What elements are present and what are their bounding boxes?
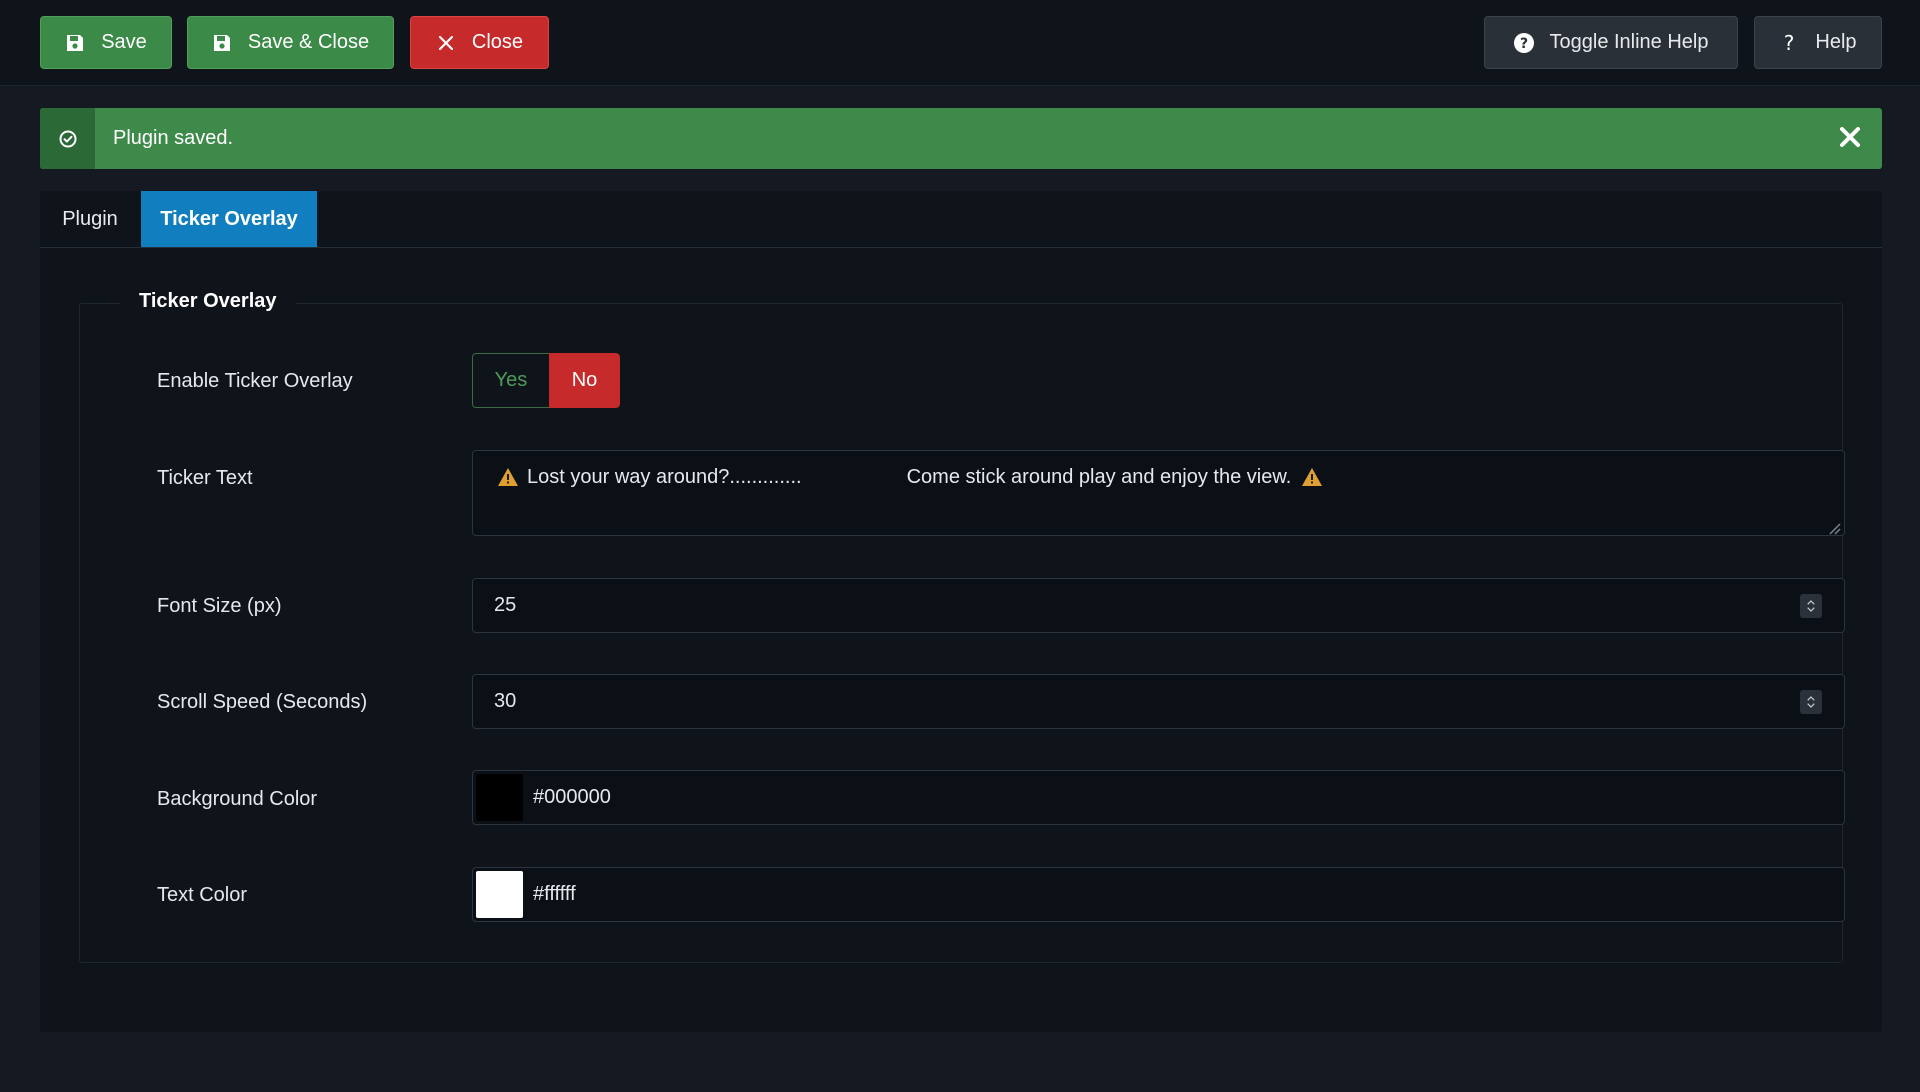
toggle-yes-option[interactable]: Yes (472, 353, 549, 408)
background-color-label: Background Color (157, 788, 318, 810)
resize-grip-icon[interactable] (1827, 518, 1841, 535)
toggle-no-option[interactable]: No (549, 353, 620, 408)
enable-ticker-toggle: Yes No (472, 353, 620, 408)
font-size-input[interactable]: 25 (472, 578, 1845, 633)
warning-triangle-icon (1301, 466, 1323, 488)
scroll-speed-value: 30 (494, 690, 517, 712)
toolbar: Save Save & Close Close ? Toggle Inline … (0, 0, 1920, 86)
success-alert: Plugin saved. (40, 108, 1882, 169)
tab-ticker-overlay[interactable]: Ticker Overlay (141, 191, 317, 247)
background-color-swatch[interactable] (476, 774, 523, 821)
text-color-label: Text Color (157, 884, 248, 906)
enable-ticker-label: Enable Ticker Overlay (157, 370, 353, 392)
tab-bar: Plugin Ticker Overlay (40, 191, 1882, 248)
close-button-label: Close (471, 31, 524, 53)
help-button-label: Help (1815, 31, 1857, 53)
toggle-inline-help-label: Toggle Inline Help (1549, 31, 1709, 53)
ticker-text-part2: Come stick around play and enjoy the vie… (906, 466, 1292, 488)
font-size-label: Font Size (px) (157, 595, 282, 617)
ticker-overlay-fieldset: Ticker Overlay Enable Ticker Overlay Yes… (79, 290, 1845, 963)
close-button[interactable]: Close (410, 16, 549, 69)
question-circle-icon: ? (1513, 32, 1534, 53)
floppy-disk-icon (212, 33, 232, 53)
fieldset-legend: Ticker Overlay (120, 290, 296, 313)
scroll-speed-input[interactable]: 30 (472, 674, 1845, 729)
warning-triangle-icon (497, 466, 519, 488)
svg-text:?: ? (1784, 33, 1795, 53)
ticker-text-area[interactable]: Lost your way around?............. Come … (472, 450, 1845, 536)
font-size-value: 25 (494, 594, 517, 616)
x-icon (436, 33, 456, 53)
background-color-value: #000000 (533, 786, 611, 808)
save-button-label: Save (101, 31, 147, 53)
scroll-speed-label: Scroll Speed (Seconds) (157, 691, 368, 713)
ticker-text-part1: Lost your way around?............. (527, 466, 802, 488)
text-color-value: #ffffff (533, 883, 576, 905)
text-color-input[interactable]: #ffffff (472, 867, 1845, 922)
save-and-close-button-label: Save & Close (247, 31, 370, 53)
main-panel: Plugin Ticker Overlay Ticker Overlay Ena… (40, 191, 1882, 1032)
check-circle-icon (40, 108, 95, 169)
background-color-input[interactable]: #000000 (472, 770, 1845, 825)
svg-text:?: ? (1519, 36, 1527, 52)
save-and-close-button[interactable]: Save & Close (187, 16, 394, 69)
save-button[interactable]: Save (40, 16, 172, 69)
close-icon[interactable] (1836, 123, 1864, 151)
ticker-text-label: Ticker Text (157, 467, 253, 489)
alert-message: Plugin saved. (113, 127, 234, 149)
tab-plugin[interactable]: Plugin (40, 191, 140, 247)
help-button[interactable]: ? Help (1754, 16, 1882, 69)
toggle-inline-help-button[interactable]: ? Toggle Inline Help (1484, 16, 1738, 69)
floppy-disk-icon (65, 33, 85, 53)
text-color-swatch[interactable] (476, 871, 523, 918)
spinner-icon[interactable] (1800, 690, 1822, 714)
question-icon: ? (1779, 33, 1799, 53)
spinner-icon[interactable] (1800, 594, 1822, 618)
